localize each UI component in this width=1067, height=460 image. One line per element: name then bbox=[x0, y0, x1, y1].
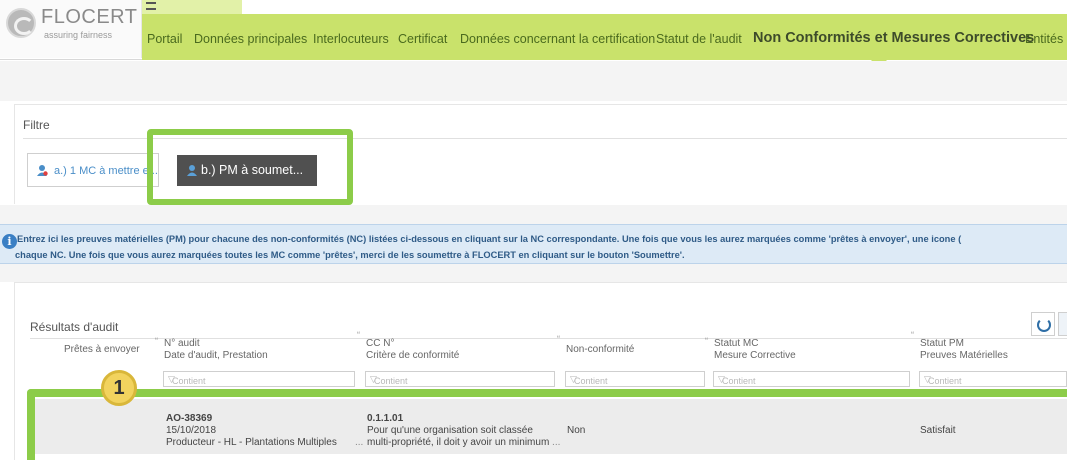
nav-item-entites[interactable]: Entités a bbox=[1025, 32, 1067, 46]
results-band bbox=[0, 269, 1067, 282]
step-badge: 1 bbox=[101, 370, 137, 406]
logo-name: FLOCERT bbox=[41, 6, 138, 28]
flocert-logo[interactable]: FLOCERT assuring fairness bbox=[0, 0, 142, 58]
grid-settings-button[interactable] bbox=[1058, 312, 1067, 336]
info-message: i Entrez ici les preuves matérielles (PM… bbox=[0, 224, 1067, 264]
logo-tagline: assuring fairness bbox=[44, 30, 113, 40]
col-head-cc[interactable]: CC N° Critère de conformité bbox=[366, 338, 459, 362]
menu-strip[interactable] bbox=[142, 0, 242, 14]
filter-button-label: a.) 1 MC à mettre e... bbox=[54, 165, 158, 177]
col-head-audit[interactable]: N° audit Date d'audit, Prestation bbox=[164, 338, 268, 362]
quote-icon: “ bbox=[557, 334, 560, 344]
nav-item-non-conformites[interactable]: Non Conformités et Mesures Correctives bbox=[753, 30, 1034, 46]
col-head-statut-mc[interactable]: Statut MC Mesure Corrective bbox=[714, 338, 796, 362]
nav-item-portail[interactable]: Portail bbox=[147, 32, 182, 46]
app-header: FLOCERT assuring fairness Portail Donnée… bbox=[0, 0, 1067, 68]
nav-item-statut-audit[interactable]: Statut de l'audit bbox=[656, 32, 742, 46]
quote-icon: “ bbox=[155, 336, 158, 346]
menu-icon bbox=[146, 2, 156, 10]
logo-mark-icon bbox=[6, 8, 36, 38]
filter-title: Filtre bbox=[23, 118, 50, 132]
filter-button-mc-a-mettre[interactable]: a.) 1 MC à mettre e... bbox=[27, 153, 159, 187]
nav-item-donnees-principales[interactable]: Données principales bbox=[194, 32, 307, 46]
nav-item-donnees-certification[interactable]: Données concernant la certification bbox=[460, 32, 655, 46]
info-text: Entrez ici les preuves matérielles (PM) … bbox=[15, 231, 1067, 263]
col-head-pretes[interactable]: Prêtes à envoyer bbox=[64, 344, 140, 356]
user-icon bbox=[37, 165, 48, 176]
toolbar-band bbox=[0, 61, 1067, 101]
col-filter-audit[interactable]: ▽ Contient bbox=[163, 371, 355, 387]
col-filter-non-conformite[interactable]: ▽ Contient bbox=[565, 371, 705, 387]
results-title: Résultats d'audit bbox=[30, 320, 119, 334]
quote-icon: “ bbox=[705, 336, 708, 346]
col-filter-statut-mc[interactable]: ▽ Contient bbox=[713, 371, 910, 387]
col-filter-statut-pm[interactable]: ▽ Contient bbox=[919, 371, 1067, 387]
col-filter-cc[interactable]: ▽ Contient bbox=[365, 371, 555, 387]
refresh-button[interactable] bbox=[1031, 312, 1055, 336]
main-nav: Portail Données principales Interlocuteu… bbox=[142, 14, 1067, 68]
highlight-box-filter bbox=[147, 129, 353, 205]
quote-icon: “ bbox=[357, 330, 360, 340]
col-head-non-conformite[interactable]: Non-conformité bbox=[566, 344, 634, 356]
quote-icon: “ bbox=[911, 330, 914, 340]
info-line-2: chaque NC. Une fois que vous aurez marqu… bbox=[15, 250, 685, 260]
info-line-1: Entrez ici les preuves matérielles (PM) … bbox=[17, 234, 962, 244]
highlight-box-row bbox=[27, 389, 1067, 460]
nav-item-interlocuteurs[interactable]: Interlocuteurs bbox=[313, 32, 389, 46]
col-head-statut-pm[interactable]: Statut PM Preuves Matérielles bbox=[920, 338, 1008, 362]
nav-item-certificat[interactable]: Certificat bbox=[398, 32, 447, 46]
